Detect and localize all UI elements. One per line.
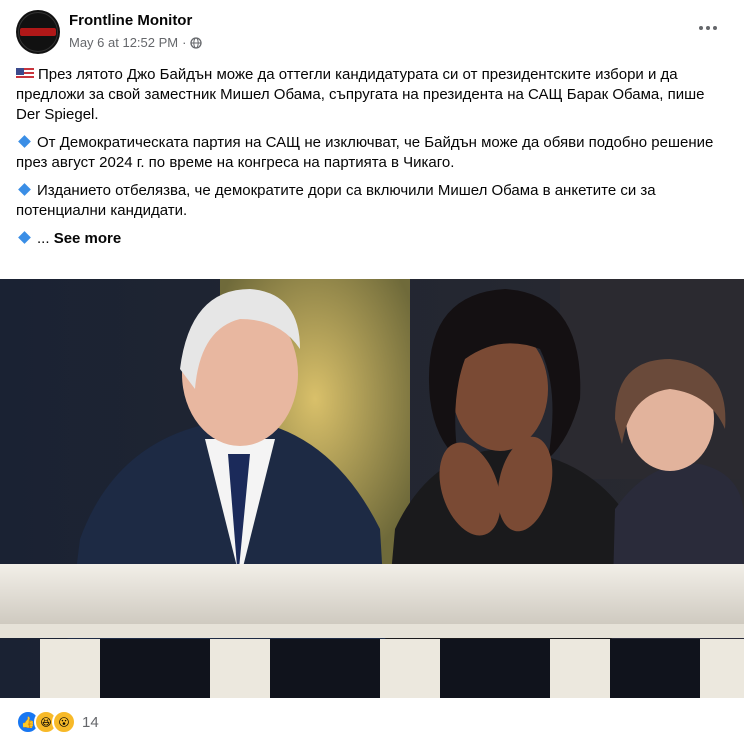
see-more-link[interactable]: See more (54, 230, 122, 247)
globe-icon (190, 36, 203, 49)
post-header: Frontline Monitor May 6 at 12:52 PM · (0, 0, 744, 62)
blue-diamond-icon (18, 231, 31, 244)
blue-diamond-icon (18, 183, 31, 196)
page-name-link[interactable]: Frontline Monitor (69, 12, 192, 29)
us-flag-icon (16, 68, 34, 80)
post-text: През лятото Джо Байдън може да оттегли к… (16, 65, 728, 257)
meta-separator: · (182, 35, 187, 50)
post-photo[interactable] (0, 279, 744, 698)
blue-diamond-icon (18, 135, 31, 148)
wow-icon: 😮 (52, 710, 76, 734)
more-options-button[interactable] (694, 18, 722, 38)
more-horizontal-icon (699, 26, 703, 30)
page-avatar[interactable] (16, 10, 60, 54)
post-timestamp[interactable]: May 6 at 12:52 PM (69, 35, 178, 50)
post-meta: May 6 at 12:52 PM · (69, 35, 203, 50)
paragraph-4: ... See more (16, 229, 728, 249)
paragraph-2: От Демократическата партия на САЩ не изк… (16, 134, 714, 171)
paragraph-3: Изданието отбелязва, че демократите дори… (16, 182, 656, 219)
paragraph-1: През лятото Джо Байдън може да оттегли к… (16, 66, 705, 123)
reactions-bar[interactable]: 👍 😆 😮 14 (16, 708, 99, 736)
reaction-count[interactable]: 14 (82, 714, 99, 731)
